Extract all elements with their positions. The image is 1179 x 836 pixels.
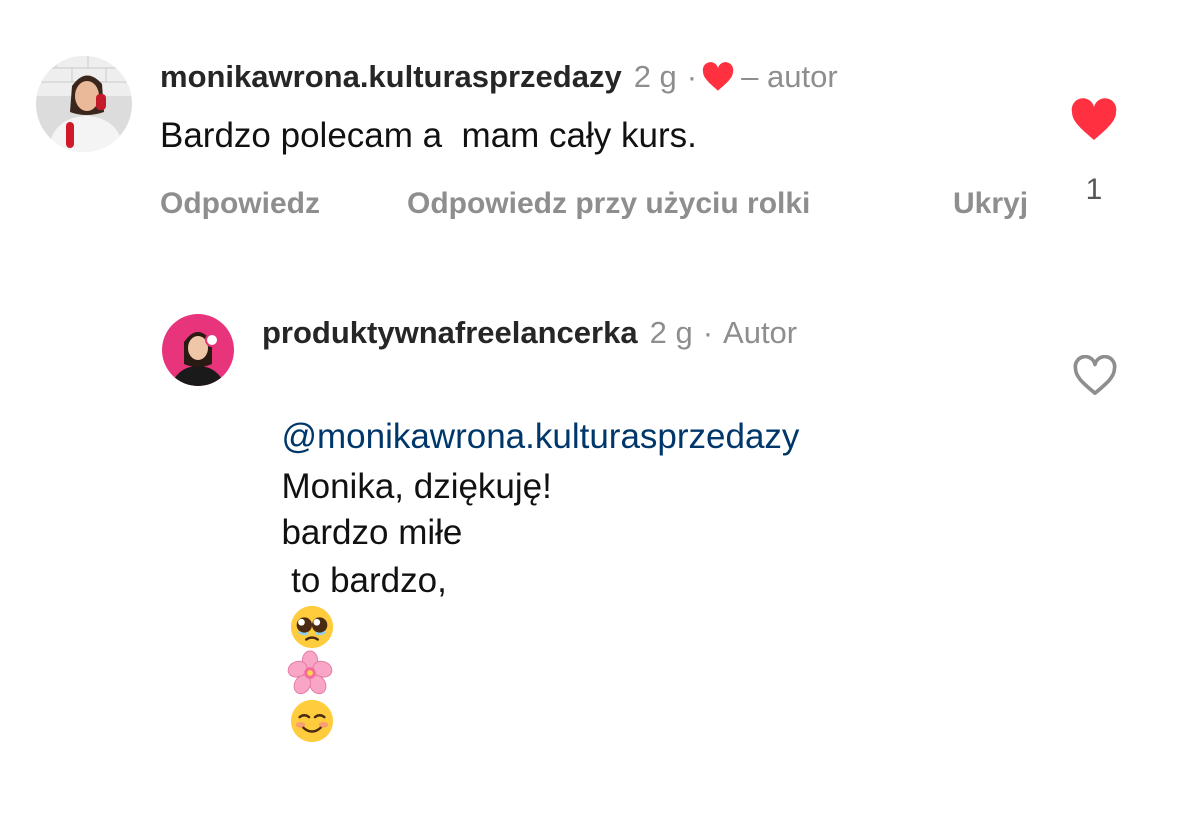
reply-time: 2 g xyxy=(649,315,693,350)
heart-icon xyxy=(701,62,735,92)
reply-username[interactable]: produktywnafreelancerka xyxy=(262,314,638,352)
smiling-face-emoji xyxy=(289,606,335,742)
comment-actions: Odpowiedz Odpowiedz przy użyciu rolki Uk… xyxy=(160,185,1060,225)
hide-button[interactable]: Ukryj xyxy=(953,185,1028,223)
like-button-outline-heart-icon[interactable] xyxy=(1072,355,1118,397)
cherry-blossom-emoji xyxy=(287,558,333,694)
comment-text: Bardzo polecam a mam cały kurs. xyxy=(160,116,697,155)
comment-time: 2 g xyxy=(633,59,677,94)
comment-username[interactable]: monikawrona.kulturasprzedazy xyxy=(160,58,622,96)
comment-separator: · xyxy=(686,59,698,94)
comment-header: monikawrona.kulturasprzedazy 2 g · – aut… xyxy=(160,58,838,96)
reply-author-label: Autor xyxy=(723,315,798,350)
commenter-avatar[interactable] xyxy=(36,56,132,152)
reply-text-line-2: bardzo miłe xyxy=(262,464,462,742)
like-button-filled-heart-icon[interactable] xyxy=(1070,98,1118,142)
author-label: – autor xyxy=(741,59,838,94)
reply-with-reel-button[interactable]: Odpowiedz przy użyciu rolki xyxy=(407,185,810,223)
reply-header: produktywnafreelancerka 2 g · Autor xyxy=(262,314,797,352)
reply-separator: · xyxy=(702,315,714,350)
like-count[interactable]: 1 xyxy=(1078,172,1110,208)
reply-button[interactable]: Odpowiedz xyxy=(160,185,320,223)
reply-author-avatar[interactable] xyxy=(162,314,234,386)
